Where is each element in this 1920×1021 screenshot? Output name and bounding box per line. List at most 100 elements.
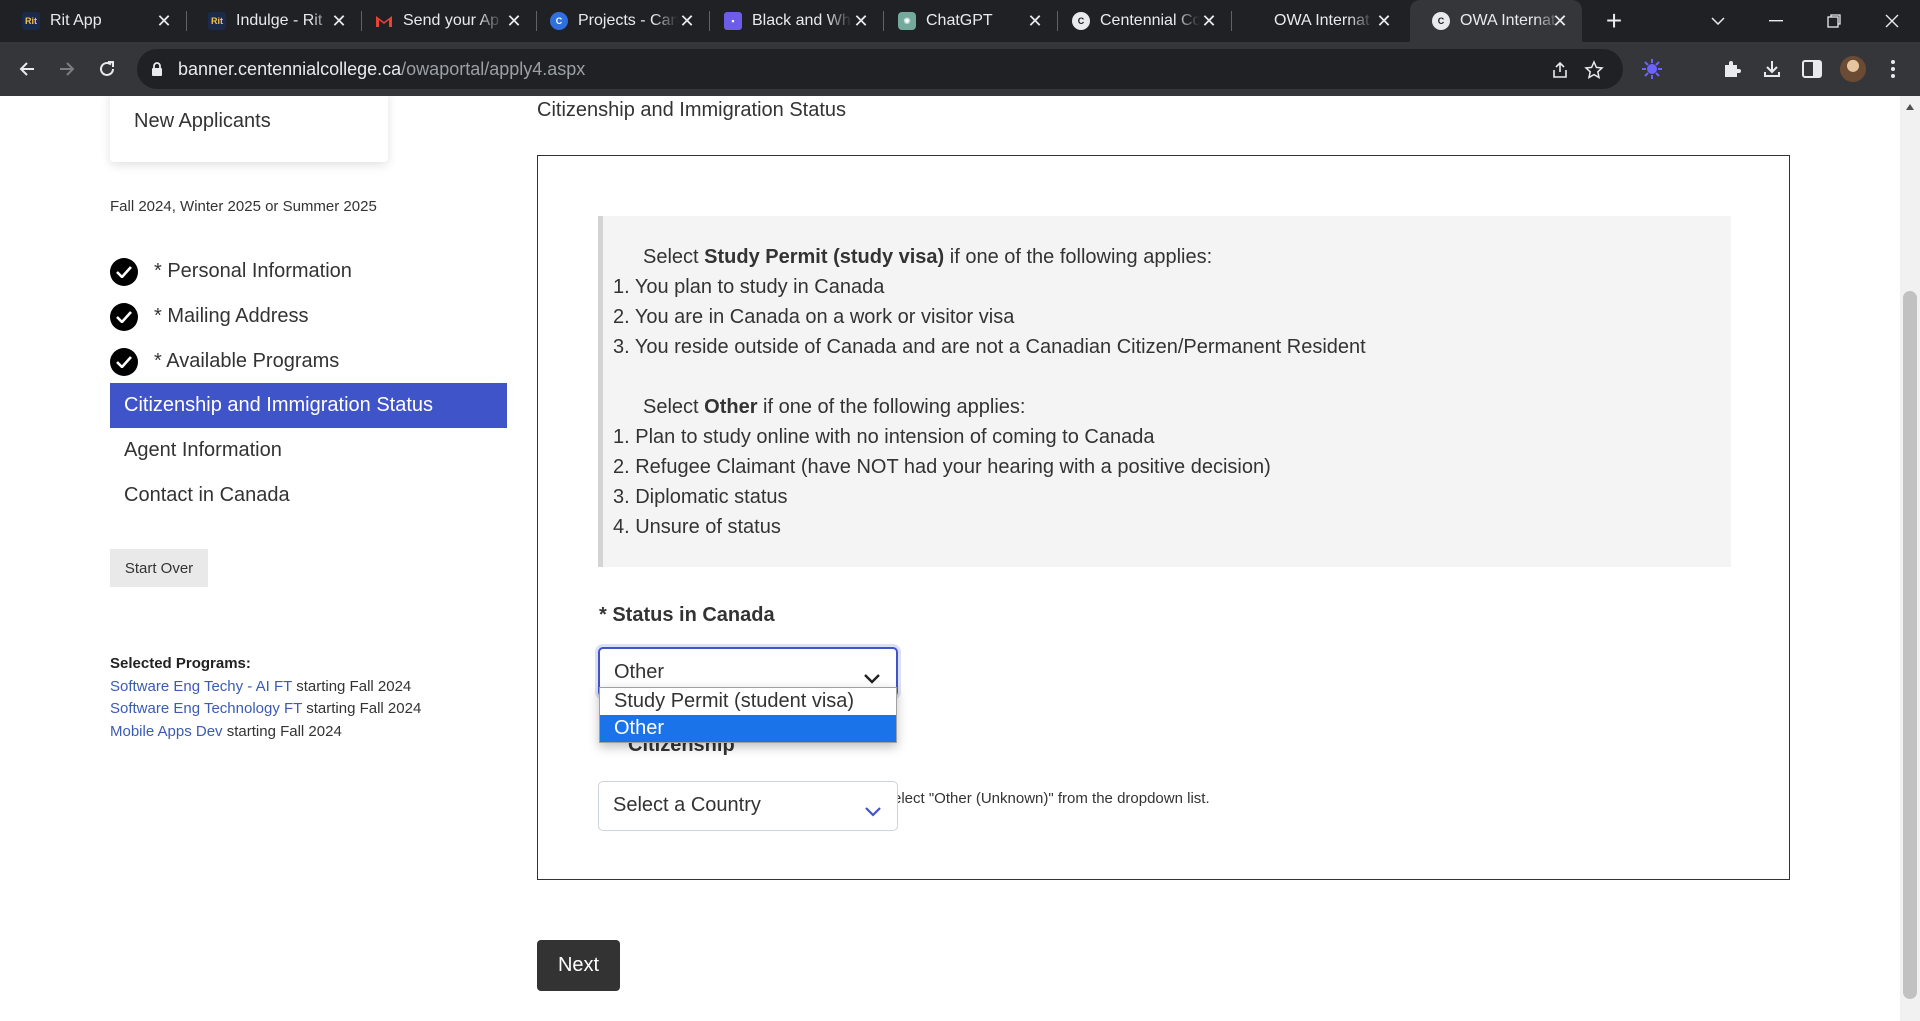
instructions-box: Select Study Permit (study visa) if one … <box>598 216 1731 567</box>
checkmark-icon <box>110 257 138 286</box>
back-icon[interactable] <box>12 54 42 84</box>
instruction-item: 2. Refugee Claimant (have NOT had your h… <box>613 456 1271 478</box>
extension-icon[interactable] <box>1639 56 1665 82</box>
tab-7[interactable]: OWA Internat ✕ <box>1224 0 1406 42</box>
bookmark-star-icon[interactable] <box>1583 59 1605 81</box>
step-available-programs[interactable]: * Available Programs <box>110 339 507 384</box>
close-tab-icon[interactable]: ✕ <box>329 11 349 31</box>
close-tab-icon[interactable]: ✕ <box>154 11 174 31</box>
scrollbar-thumb[interactable] <box>1903 291 1917 999</box>
next-button[interactable]: Next <box>537 940 620 991</box>
url-path: /owaportal/apply4.aspx <box>401 59 586 79</box>
close-tab-icon[interactable]: ✕ <box>1025 11 1045 31</box>
program-start: starting Fall 2024 <box>226 723 342 740</box>
tab-title: Rit App <box>50 12 102 29</box>
app-icon: ▪ <box>724 12 742 30</box>
status-dropdown-list: Study Permit (student visa) Other <box>599 687 897 743</box>
dropdown-option-other[interactable]: Other <box>600 715 896 742</box>
new-tab-icon[interactable]: + <box>1599 6 1629 36</box>
page-scrollbar[interactable] <box>1900 96 1920 1021</box>
step-label: Contact in Canada <box>124 484 290 506</box>
close-window-icon[interactable] <box>1864 0 1920 42</box>
selected-program-item: Software Eng Technology FT starting Fall… <box>110 700 421 717</box>
lock-icon[interactable] <box>151 61 163 82</box>
program-link[interactable]: Mobile Apps Dev <box>110 723 223 740</box>
close-tab-icon[interactable]: ✕ <box>1374 11 1394 31</box>
step-label: * Personal Information <box>154 260 352 282</box>
new-applicants-card[interactable]: New Applicants <box>110 96 388 162</box>
step-citizenship-immigration-status[interactable]: Citizenship and Immigration Status <box>110 383 507 428</box>
citizenship-select[interactable]: Select a Country <box>598 781 898 831</box>
scroll-up-icon[interactable] <box>1906 104 1914 110</box>
page-content: New Applicants Fall 2024, Winter 2025 or… <box>0 96 1900 1021</box>
selected-program-item: Software Eng Techy - AI FT starting Fall… <box>110 678 411 695</box>
rit-icon: Rit <box>22 12 40 30</box>
tab-title: Centennial Co <box>1100 12 1200 29</box>
tab-8-active[interactable]: C OWA Internat ✕ <box>1410 0 1582 42</box>
close-tab-icon[interactable]: ✕ <box>677 11 697 31</box>
url-text[interactable]: banner.centennialcollege.ca/owaportal/ap… <box>178 59 585 80</box>
centennial-icon: C <box>1072 12 1090 30</box>
tab-title: OWA Internat <box>1460 12 1556 29</box>
tab-title: ChatGPT <box>926 12 993 29</box>
program-link[interactable]: Software Eng Technology FT <box>110 700 302 717</box>
share-icon[interactable] <box>1549 59 1571 81</box>
close-tab-icon[interactable]: ✕ <box>1550 11 1570 31</box>
tab-1[interactable]: Rit Indulge - Rit ✕ <box>186 0 361 42</box>
tab-3[interactable]: C Projects - Can ✕ <box>528 0 709 42</box>
citizenship-form: Select Study Permit (study visa) if one … <box>537 155 1790 880</box>
program-link[interactable]: Software Eng Techy - AI FT <box>110 678 292 695</box>
restore-icon[interactable] <box>1806 0 1862 42</box>
instruction-item: 3. You reside outside of Canada and are … <box>613 336 1366 358</box>
select-value: Select a Country <box>613 794 761 816</box>
start-over-button[interactable]: Start Over <box>110 549 208 587</box>
dropdown-option-study-permit[interactable]: Study Permit (student visa) <box>600 688 896 715</box>
instruction-item: 4. Unsure of status <box>613 516 781 538</box>
tab-0[interactable]: Rit Rit App ✕ <box>0 0 186 42</box>
minimize-icon[interactable] <box>1748 0 1804 42</box>
step-label: * Available Programs <box>154 350 340 372</box>
close-tab-icon[interactable]: ✕ <box>1199 11 1219 31</box>
extensions-puzzle-icon[interactable] <box>1719 56 1745 82</box>
tab-5[interactable]: ✺ ChatGPT ✕ <box>876 0 1057 42</box>
gmail-icon <box>375 12 393 30</box>
browser-toolbar: banner.centennialcollege.ca/owaportal/ap… <box>0 42 1920 96</box>
tab-title: OWA Internat <box>1274 12 1370 29</box>
url-domain: banner.centennialcollege.ca <box>178 59 402 79</box>
new-applicants-label: New Applicants <box>134 110 271 132</box>
centennial-icon: C <box>1432 12 1450 30</box>
select-value: Other <box>614 661 665 683</box>
download-icon[interactable] <box>1759 56 1785 82</box>
rit-icon: Rit <box>208 12 226 30</box>
close-tab-icon[interactable]: ✕ <box>504 11 524 31</box>
other-intro: Select Other if one of the following app… <box>643 396 1026 418</box>
step-agent-information[interactable]: Agent Information <box>110 428 507 473</box>
tab-4[interactable]: ▪ Black and Wh ✕ <box>702 0 883 42</box>
tab-search-icon[interactable] <box>1690 0 1746 42</box>
forward-icon[interactable] <box>52 54 82 84</box>
status-in-canada-label: * Status in Canada <box>599 604 775 626</box>
tab-6[interactable]: C Centennial Co ✕ <box>1050 0 1231 42</box>
step-personal-information[interactable]: * Personal Information <box>110 249 507 294</box>
profile-avatar[interactable] <box>1840 56 1866 82</box>
study-permit-intro: Select Study Permit (study visa) if one … <box>643 246 1213 268</box>
step-mailing-address[interactable]: * Mailing Address <box>110 294 507 339</box>
checkmark-icon <box>110 302 138 331</box>
instruction-item: 3. Diplomatic status <box>613 486 788 508</box>
chevron-down-icon <box>865 800 881 823</box>
step-label: Agent Information <box>124 439 282 461</box>
close-tab-icon[interactable]: ✕ <box>851 11 871 31</box>
tab-title: Black and Wh <box>752 12 851 29</box>
step-label: * Mailing Address <box>154 305 309 327</box>
reload-icon[interactable] <box>92 54 122 84</box>
side-panel-icon[interactable] <box>1799 56 1825 82</box>
address-bar[interactable]: banner.centennialcollege.ca/owaportal/ap… <box>137 49 1623 89</box>
tab-title: Send your Ap <box>403 12 500 29</box>
tab-2[interactable]: Send your Ap ✕ <box>353 0 536 42</box>
page-title: Citizenship and Immigration Status <box>537 99 847 121</box>
more-menu-icon[interactable] <box>1880 56 1906 82</box>
checkmark-icon <box>110 347 138 376</box>
program-start: starting Fall 2024 <box>296 678 412 695</box>
selected-programs-title: Selected Programs: <box>110 655 251 672</box>
step-contact-in-canada[interactable]: Contact in Canada <box>110 473 507 518</box>
